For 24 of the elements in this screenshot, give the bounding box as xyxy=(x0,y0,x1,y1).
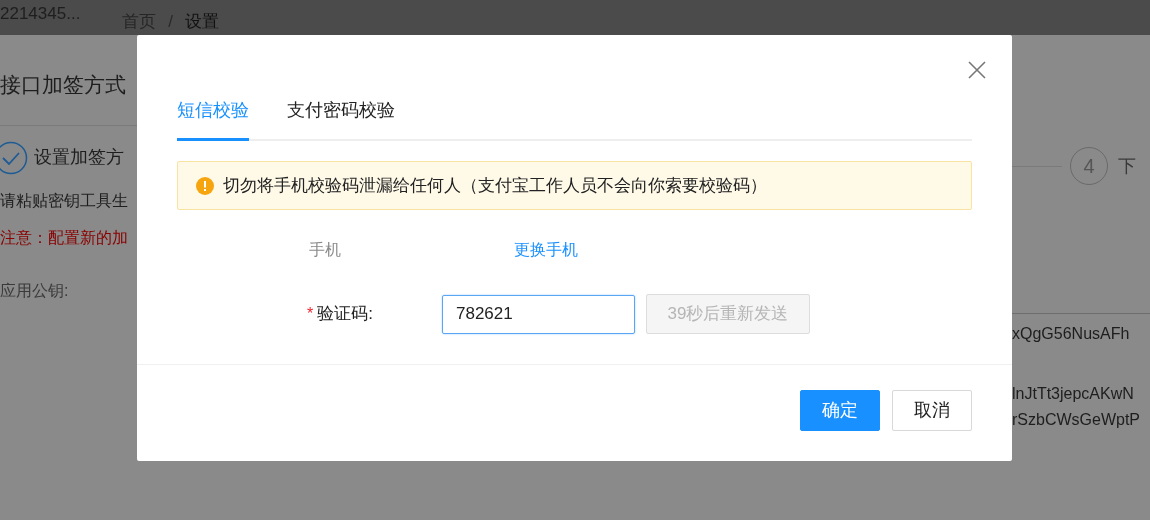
phone-label: 手机 xyxy=(308,240,342,260)
close-button[interactable] xyxy=(966,59,988,81)
key-text: rSzbCWsGeWptP xyxy=(1012,410,1141,430)
note-text: 请粘贴密钥工具生 xyxy=(0,190,129,211)
field-label: 应用公钥: xyxy=(0,281,70,301)
breadcrumb-link[interactable]: 设置 xyxy=(185,8,220,34)
change-phone-link[interactable]: 更换手机 xyxy=(514,238,578,262)
step-label: 设置加签方 xyxy=(34,146,124,169)
key-text: xQgG56NusAFh xyxy=(1012,324,1131,344)
cancel-button[interactable]: 取消 xyxy=(892,390,972,431)
code-input[interactable]: 782621 xyxy=(442,294,635,334)
page-title: 接口加签方式 xyxy=(0,72,127,98)
required-mark: * xyxy=(307,304,314,324)
tab[interactable]: 短信校验 xyxy=(177,97,249,141)
key-text: lnJtTt3jepcAKwN xyxy=(1012,384,1135,404)
tab[interactable]: 支付密码校验 xyxy=(287,97,395,141)
warning-icon xyxy=(196,176,214,195)
alert-text: 切勿将手机校验码泄漏给任何人（支付宝工作人员不会向你索要校验码） xyxy=(223,174,767,197)
code-label: 验证码: xyxy=(317,303,373,326)
note-text: 注意：配置新的加 xyxy=(0,227,129,248)
confirm-button[interactable]: 确定 xyxy=(800,390,880,431)
breadcrumb-separator: / xyxy=(168,10,174,33)
step-label: 下 xyxy=(1118,154,1136,178)
close-icon xyxy=(968,61,986,79)
